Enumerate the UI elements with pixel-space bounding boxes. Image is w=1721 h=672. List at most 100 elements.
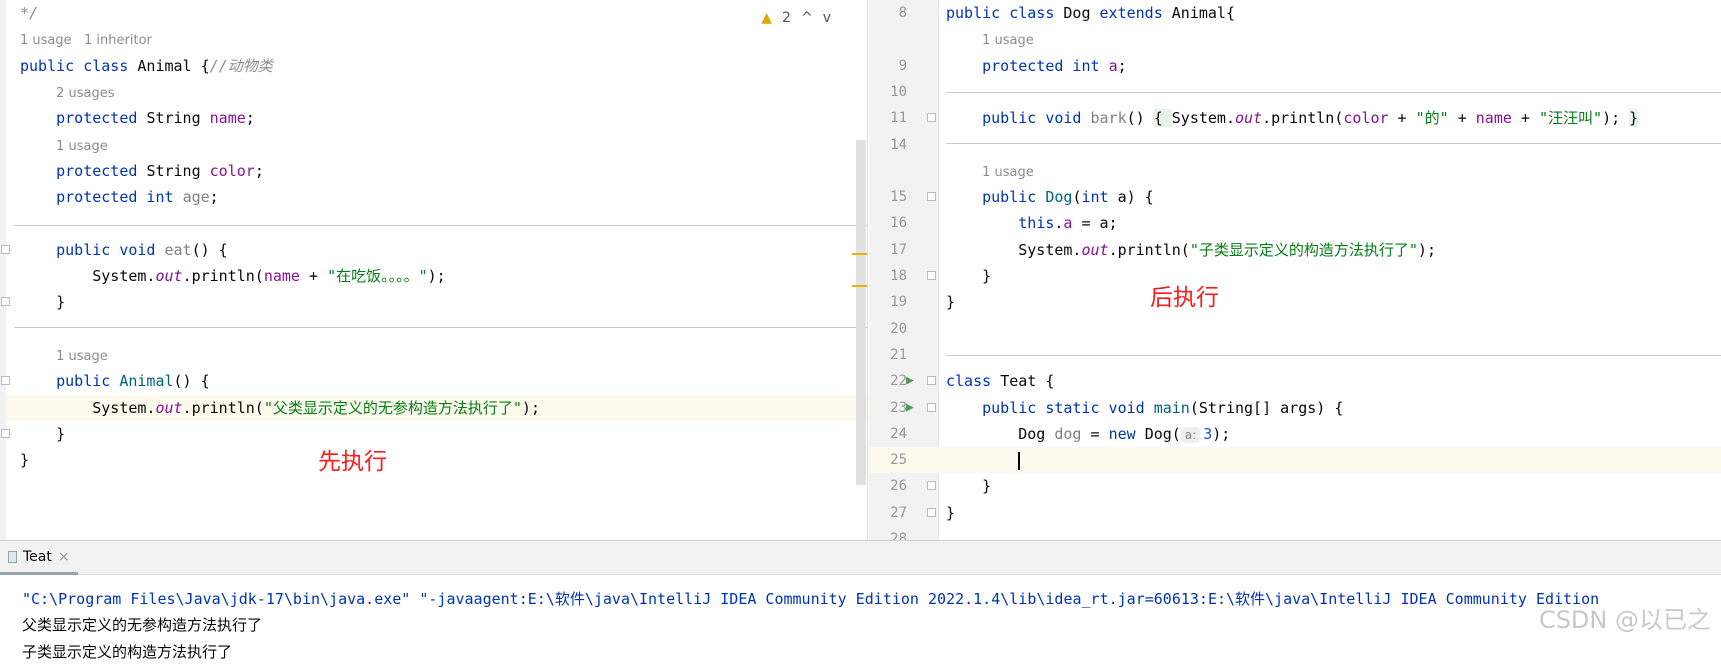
code-token: a: <box>1180 426 1201 443</box>
run-icon[interactable]: ▶ <box>906 395 914 421</box>
code-token: protected <box>56 109 147 128</box>
code-line[interactable]: protected String name; <box>6 105 867 131</box>
fold-icon[interactable] <box>927 376 936 386</box>
code-text: public class Dog extends Animal{ <box>946 0 1235 26</box>
dog-editor[interactable]: 8 public class Dog extends Animal{ 1 usag… <box>869 0 1721 540</box>
code-line[interactable]: 18 } <box>869 263 1721 289</box>
code-line[interactable]: 24 Dog dog = new Dog(a: 3); <box>869 421 1721 447</box>
close-tab-icon[interactable]: × <box>58 549 70 565</box>
code-line[interactable]: 17 System.out.println("子类显示定义的构造方法执行了"); <box>869 237 1721 263</box>
warning-marker[interactable] <box>852 253 867 255</box>
code-text <box>946 447 1021 473</box>
code-line[interactable]: 20 <box>869 316 1721 342</box>
code-line[interactable]: 16 this.a = a; <box>869 210 1721 236</box>
code-line[interactable]: 1 usage 1 inheritor <box>6 26 867 52</box>
previous-problem-button[interactable]: ^ <box>801 10 813 26</box>
warning-marker[interactable] <box>852 285 867 287</box>
code-line[interactable]: 25 <box>869 447 1721 474</box>
code-line[interactable] <box>6 210 867 236</box>
code-token: .println( <box>182 398 264 417</box>
fold-icon[interactable] <box>1 244 10 254</box>
code-line[interactable]: 26 } <box>869 473 1721 499</box>
code-line[interactable]: 8 public class Dog extends Animal{ <box>869 0 1721 26</box>
fold-icon[interactable] <box>927 402 936 412</box>
code-line[interactable]: 15 public Dog(int a) { <box>869 184 1721 210</box>
fold-icon[interactable] <box>1 297 10 307</box>
code-line[interactable]: 11 public void bark() { System.out.print… <box>869 105 1721 131</box>
code-line[interactable]: } <box>6 421 867 447</box>
usage-hint[interactable]: 1 usage 1 inheritor <box>20 33 152 48</box>
annotation-first: 先执行 <box>318 449 387 475</box>
run-tab-bar: Teat × <box>0 541 1721 575</box>
code-line[interactable]: public Animal() { <box>6 368 867 394</box>
code-line[interactable]: public class Animal {//动物类 <box>6 53 867 79</box>
code-line[interactable]: } <box>6 447 867 473</box>
line-number: 9 <box>898 57 907 74</box>
code-text: } <box>946 500 955 526</box>
run-tab-teat[interactable]: Teat × <box>0 541 78 575</box>
code-line[interactable]: public void eat() { <box>6 237 867 263</box>
code-line[interactable]: System.out.println(name + "在吃饭。。。。"); <box>6 263 867 289</box>
code-token: + <box>1388 109 1416 128</box>
code-line[interactable]: 1 usage <box>6 342 867 368</box>
code-line[interactable]: 19} <box>869 289 1721 315</box>
animal-editor[interactable]: */ 1 usage 1 inheritor public class Animal… <box>0 0 868 540</box>
left-scrollbar[interactable] <box>856 140 866 485</box>
code-line[interactable]: 1 usage <box>869 158 1721 184</box>
fold-icon[interactable] <box>927 271 936 280</box>
code-line[interactable]: } <box>6 289 867 315</box>
fold-icon[interactable] <box>927 113 936 123</box>
code-token: public class <box>20 56 138 75</box>
code-token: System. <box>946 240 1082 259</box>
code-line[interactable]: protected String color; <box>6 158 867 184</box>
line-number: 20 <box>890 320 907 337</box>
console-command: "C:\Program Files\Java\jdk-17\bin\java.e… <box>22 590 1600 608</box>
usage-hint[interactable]: 1 usage <box>56 349 108 364</box>
code-token: .println( <box>1262 109 1344 128</box>
code-line[interactable]: 9 protected int a; <box>869 53 1721 79</box>
usage-hint[interactable]: 1 usage <box>982 165 1034 180</box>
code-line[interactable]: 22 class Teat {▶ <box>869 368 1721 394</box>
code-token: protected int <box>56 188 183 207</box>
code-token: String <box>146 109 210 128</box>
code-token: (String[] args) { <box>1189 398 1344 417</box>
code-token: int <box>1081 188 1118 207</box>
problems-indicator[interactable]: ▲ 2 ^ v <box>761 10 831 26</box>
annotation-later: 后执行 <box>1150 285 1219 311</box>
code-line[interactable]: */ <box>6 0 867 26</box>
code-token: ); <box>1602 109 1630 128</box>
line-number: 11 <box>890 110 907 127</box>
usage-hint[interactable]: 1 usage <box>982 33 1034 48</box>
fold-icon[interactable] <box>1 428 10 438</box>
fold-icon[interactable] <box>1 376 10 386</box>
code-line[interactable]: 28 <box>869 526 1721 540</box>
code-text: public void bark() { System.out.println(… <box>946 105 1639 131</box>
code-line[interactable] <box>6 316 867 342</box>
code-line[interactable]: System.out.println("父类显示定义的无参构造方法执行了"); <box>6 394 867 421</box>
run-icon[interactable]: ▶ <box>906 368 914 394</box>
code-token: //动物类 <box>209 56 273 75</box>
usage-hint[interactable]: 1 usage <box>56 139 108 154</box>
code-line[interactable]: 2 usages <box>6 79 867 105</box>
fold-icon[interactable] <box>927 507 936 517</box>
fold-icon[interactable] <box>927 481 936 491</box>
code-text: 1 usage <box>946 26 1034 54</box>
code-line[interactable]: 14 <box>869 132 1721 158</box>
code-token: out <box>155 398 183 417</box>
method-separator <box>14 224 867 226</box>
code-line[interactable]: 23 public static void main(String[] args… <box>869 395 1721 421</box>
next-problem-button[interactable]: v <box>823 10 831 26</box>
code-line[interactable]: 1 usage <box>869 26 1721 52</box>
code-line[interactable]: protected int age; <box>6 184 867 210</box>
method-separator <box>946 143 1721 145</box>
fold-icon[interactable] <box>927 192 936 202</box>
usage-hint[interactable]: 2 usages <box>56 86 114 101</box>
code-line[interactable]: 1 usage <box>6 132 867 158</box>
text-caret <box>1018 451 1021 470</box>
line-number: 28 <box>890 531 907 540</box>
code-line[interactable]: 27} <box>869 500 1721 526</box>
